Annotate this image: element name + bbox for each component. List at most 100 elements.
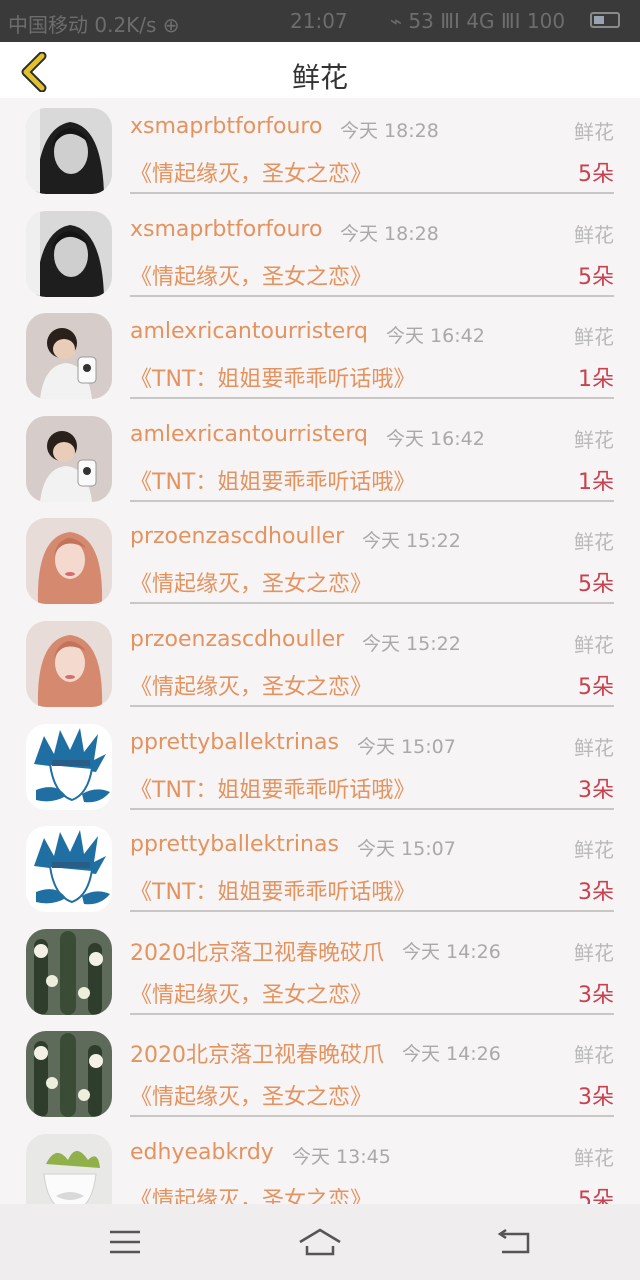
list-item[interactable]: 2020北京落卫视春晚砹爪 今天 14:26 鲜花《情起缘灭，圣女之恋》 3朵	[0, 919, 640, 1022]
record-content: xsmaprbtforfouro 今天 18:28 鲜花《情起缘灭，圣女之恋》 5朵	[130, 201, 614, 297]
username[interactable]: edhyeabkrdy	[130, 1140, 274, 1165]
book-title-link[interactable]: 《TNT：姐姐要乖乖听话哦》	[130, 874, 415, 906]
book-title-link[interactable]: 《情起缘灭，圣女之恋》	[130, 1079, 372, 1111]
flower-count: 5朵	[578, 162, 614, 187]
timestamp: 今天 14:26	[402, 940, 501, 963]
flower-count: 5朵	[578, 572, 614, 598]
gift-type: 鲜花	[574, 632, 614, 657]
avatar[interactable]	[26, 415, 112, 502]
record-content: edhyeabkrdy 今天 13:45 鲜花《情起缘灭，圣女之恋》 5朵	[130, 1124, 614, 1204]
list-item[interactable]: pprettyballektrinas 今天 15:07 鲜花《TNT：姐姐要乖乖听…	[0, 714, 640, 817]
flower-count: 3朵	[578, 777, 614, 803]
back-icon	[497, 1228, 530, 1254]
menu-icon	[110, 1230, 140, 1254]
status-indicators: ⌁ 53 ⅢI 4G ⅢI 100	[390, 9, 566, 33]
timestamp: 今天 15:07	[357, 735, 456, 758]
list-item[interactable]: xsmaprbtforfouro 今天 18:28 鲜花《情起缘灭，圣女之恋》 5朵	[0, 98, 640, 201]
list-item[interactable]: 2020北京落卫视春晚砹爪 今天 14:26 鲜花《情起缘灭，圣女之恋》 3朵	[0, 1021, 640, 1124]
username[interactable]: xsmaprbtforfouro	[130, 217, 322, 242]
avatar[interactable]	[26, 928, 112, 1015]
username[interactable]: amlexricantourristerq	[130, 422, 368, 447]
timestamp: 今天 14:26	[402, 1043, 501, 1066]
record-content: 2020北京落卫视春晚砹爪 今天 14:26 鲜花《情起缘灭，圣女之恋》 3朵	[130, 919, 614, 1015]
flower-count: 3朵	[578, 880, 614, 906]
gift-type: 鲜花	[574, 1043, 614, 1068]
timestamp: 今天 18:28	[340, 222, 439, 245]
list-item[interactable]: xsmaprbtforfouro 今天 18:28 鲜花《情起缘灭，圣女之恋》 5朵	[0, 201, 640, 304]
carrier-text: 中国移动 0.2K/s ⊕	[8, 13, 180, 37]
record-content: pprettyballektrinas 今天 15:07 鲜花《TNT：姐姐要乖乖听…	[130, 816, 614, 913]
flower-count: 1朵	[578, 367, 614, 393]
book-title-link[interactable]: 《情起缘灭，圣女之恋》	[130, 259, 372, 291]
menu-button[interactable]	[102, 1224, 148, 1260]
avatar[interactable]	[26, 1133, 112, 1204]
avatar[interactable]	[26, 826, 112, 913]
flower-count: 3朵	[578, 1085, 614, 1111]
gift-type: 鲜花	[574, 1145, 614, 1170]
timestamp: 今天 18:28	[340, 120, 439, 142]
avatar[interactable]	[26, 108, 112, 194]
list-item[interactable]: amlexricantourristerq 今天 16:42 鲜花《TNT：姐姐要乖…	[0, 406, 640, 509]
book-title-link[interactable]: 《情起缘灭，圣女之恋》	[130, 977, 372, 1009]
battery-icon	[590, 12, 620, 28]
book-title-link[interactable]: 《TNT：姐姐要乖乖听话哦》	[130, 361, 415, 393]
clock-text: 21:07	[290, 9, 348, 33]
page-title: 鲜花	[291, 61, 348, 94]
gift-type: 鲜花	[574, 427, 614, 452]
timestamp: 今天 16:42	[386, 427, 485, 450]
book-title-link[interactable]: 《情起缘灭，圣女之恋》	[130, 669, 372, 701]
username[interactable]: amlexricantourristerq	[130, 319, 368, 344]
gift-type: 鲜花	[574, 325, 614, 350]
book-title-link[interactable]: 《TNT：姐姐要乖乖听话哦》	[130, 772, 415, 804]
book-title-link[interactable]: 《情起缘灭，圣女之恋》	[130, 566, 372, 598]
gift-type: 鲜花	[574, 940, 614, 965]
gift-type: 鲜花	[574, 530, 614, 555]
back-nav-button[interactable]	[492, 1224, 538, 1260]
username[interactable]: pprettyballektrinas	[130, 730, 339, 755]
avatar[interactable]	[26, 620, 112, 707]
record-content: pprettyballektrinas 今天 15:07 鲜花《TNT：姐姐要乖乖听…	[130, 714, 614, 810]
list-item[interactable]: edhyeabkrdy 今天 13:45 鲜花《情起缘灭，圣女之恋》 5朵	[0, 1124, 640, 1204]
record-content: przoenzascdhouller 今天 15:22 鲜花《情起缘灭，圣女之恋》 5…	[130, 611, 614, 707]
username[interactable]: 2020北京落卫视春晚砹爪	[130, 935, 384, 967]
flower-count: 5朵	[578, 264, 614, 290]
record-content: amlexricantourristerq 今天 16:42 鲜花《TNT：姐姐要乖…	[130, 303, 614, 400]
book-title-link[interactable]: 《情起缘灭，圣女之恋》	[130, 1182, 372, 1204]
username[interactable]: pprettyballektrinas	[130, 832, 339, 857]
flower-count: 5朵	[578, 674, 614, 700]
book-title-link[interactable]: 《TNT：姐姐要乖乖听话哦》	[130, 464, 415, 496]
list-item[interactable]: przoenzascdhouller 今天 15:22 鲜花《情起缘灭，圣女之恋》 5…	[0, 508, 640, 611]
username[interactable]: 2020北京落卫视春晚砹爪	[130, 1037, 384, 1069]
avatar[interactable]	[26, 723, 112, 810]
avatar[interactable]	[26, 518, 112, 605]
timestamp: 今天 15:22	[362, 530, 461, 553]
username[interactable]: przoenzascdhouller	[130, 524, 344, 549]
list-item[interactable]: amlexricantourristerq 今天 16:42 鲜花《TNT：姐姐要乖…	[0, 303, 640, 406]
list-item[interactable]: przoenzascdhouller 今天 15:22 鲜花《情起缘灭，圣女之恋》 5…	[0, 611, 640, 714]
record-content: amlexricantourristerq 今天 16:42 鲜花《TNT：姐姐要乖…	[130, 406, 614, 502]
record-content: 2020北京落卫视春晚砹爪 今天 14:26 鲜花《情起缘灭，圣女之恋》 3朵	[130, 1021, 614, 1118]
timestamp: 今天 15:22	[362, 632, 461, 655]
book-title-link[interactable]: 《情起缘灭，圣女之恋》	[130, 156, 372, 188]
avatar[interactable]	[26, 313, 112, 400]
list-item[interactable]: pprettyballektrinas 今天 15:07 鲜花《TNT：姐姐要乖乖听…	[0, 816, 640, 919]
gift-type: 鲜花	[574, 838, 614, 863]
timestamp: 今天 15:07	[357, 838, 456, 861]
timestamp: 今天 13:45	[292, 1145, 391, 1168]
username[interactable]: przoenzascdhouller	[130, 627, 344, 652]
gift-type: 鲜花	[574, 735, 614, 760]
navigation-bar	[0, 1204, 640, 1280]
header: 鲜花	[0, 42, 640, 98]
gift-type: 鲜花	[574, 222, 614, 247]
flower-count: 5朵	[578, 1187, 614, 1204]
gift-type: 鲜花	[574, 120, 614, 144]
record-content: przoenzascdhouller 今天 15:22 鲜花《情起缘灭，圣女之恋》 5…	[130, 508, 614, 605]
flower-count: 1朵	[578, 469, 614, 495]
username[interactable]: xsmaprbtforfouro	[130, 114, 322, 139]
flower-count: 3朵	[578, 982, 614, 1008]
gift-record-list[interactable]: xsmaprbtforfouro 今天 18:28 鲜花 《情起缘灭，圣女之恋》 5朵 x…	[0, 98, 640, 1204]
avatar[interactable]	[26, 1031, 112, 1118]
home-button[interactable]	[297, 1224, 343, 1260]
avatar[interactable]	[26, 210, 112, 297]
timestamp: 今天 16:42	[386, 325, 485, 348]
